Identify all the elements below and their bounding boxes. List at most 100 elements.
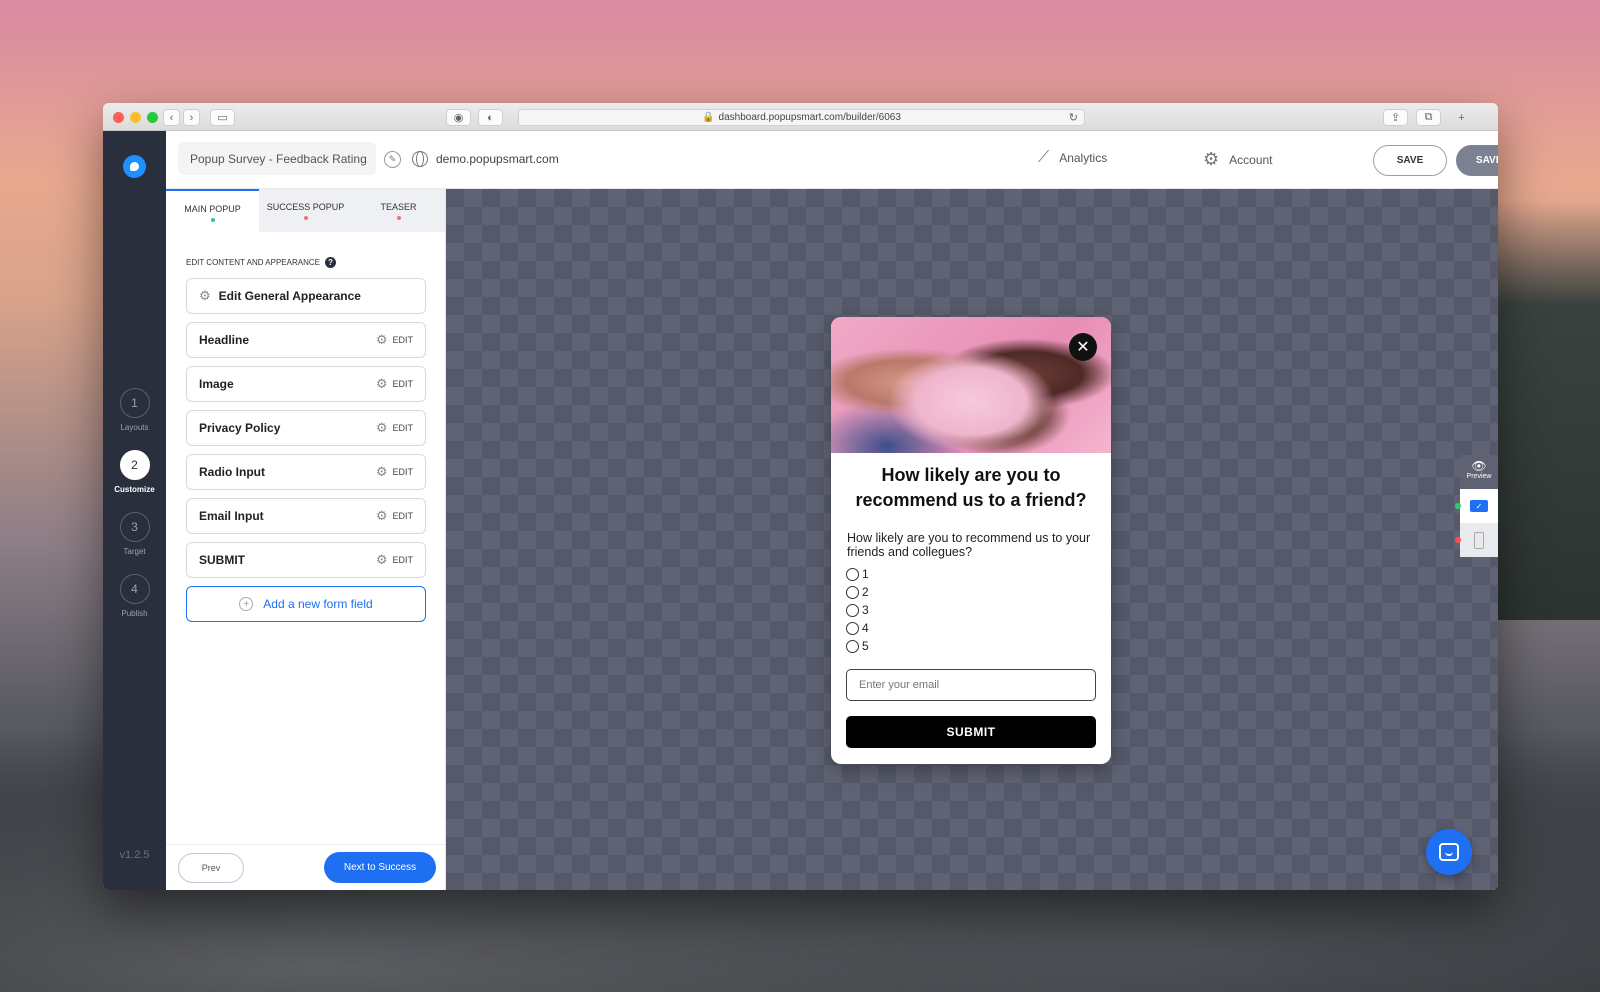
prev-button[interactable]: Prev <box>178 853 244 883</box>
radio-button[interactable] <box>846 567 859 581</box>
gear-icon: ⚙ <box>375 376 388 391</box>
edit-label: EDIT <box>392 379 413 389</box>
tab-label: SUCCESS POPUP <box>266 202 345 212</box>
gear-icon: ⚙ <box>375 552 388 567</box>
field-submit[interactable]: SUBMIT ⚙ EDIT <box>186 542 426 578</box>
radio-button[interactable] <box>846 603 859 617</box>
edit-button[interactable]: ⚙ EDIT <box>376 420 413 436</box>
field-image[interactable]: Image ⚙ EDIT <box>186 366 426 402</box>
step-publish[interactable]: 4 Publish <box>103 574 166 618</box>
edit-button[interactable]: ⚙ EDIT <box>376 332 413 348</box>
domain-label[interactable]: demo.popupsmart.com <box>436 152 559 166</box>
tab-success-popup[interactable]: SUCCESS POPUP <box>259 189 352 232</box>
tab-label: TEASER <box>380 202 417 212</box>
edit-button[interactable]: ⚙ EDIT <box>376 376 413 392</box>
step-label: Customize <box>114 485 155 494</box>
popupsmart-logo[interactable] <box>123 155 146 178</box>
project-name-field[interactable]: Popup Survey - Feedback Rating <box>178 142 376 175</box>
edit-button[interactable]: ⚙ EDIT <box>376 464 413 480</box>
globe-icon <box>412 151 428 167</box>
field-label: Email Input <box>199 509 264 523</box>
sidebar-toggle-icon[interactable]: ▭ <box>210 109 235 126</box>
radio-label: 1 <box>862 567 869 581</box>
account-link[interactable]: ⚙ Account <box>1203 149 1273 170</box>
radio-option[interactable]: 4 <box>846 619 1111 637</box>
save-button[interactable]: SAVE <box>1373 145 1447 176</box>
version-label: v1.2.5 <box>119 849 150 861</box>
edit-label: EDIT <box>392 335 413 345</box>
section-title-text: EDIT CONTENT AND APPEARANCE <box>186 258 320 267</box>
edit-button[interactable]: ⚙ EDIT <box>376 552 413 568</box>
save-publish-button[interactable]: SAVE & PUBLISH <box>1456 145 1498 176</box>
field-headline[interactable]: Headline ⚙ EDIT <box>186 322 426 358</box>
builder-app: 1 Layouts 2 Customize 3 Target 4 Publish… <box>103 131 1498 890</box>
radio-button[interactable] <box>846 621 859 635</box>
radio-label: 5 <box>862 639 869 653</box>
radio-button[interactable] <box>846 639 859 653</box>
popup-tabs: MAIN POPUP SUCCESS POPUP TEASER <box>166 189 445 232</box>
field-radio-input[interactable]: Radio Input ⚙ EDIT <box>186 454 426 490</box>
help-icon[interactable]: ? <box>324 257 336 268</box>
step-label: Layouts <box>120 423 149 432</box>
add-form-field-button[interactable]: + Add a new form field <box>186 586 426 622</box>
account-label: Account <box>1229 152 1273 167</box>
popup-question: How likely are you to recommend us to yo… <box>847 531 1091 559</box>
forward-icon[interactable]: › <box>183 109 200 126</box>
minimize-window-button[interactable] <box>130 112 141 123</box>
radio-option[interactable]: 1 <box>846 565 1111 583</box>
popup-preview[interactable]: ✕ How likely are you to recommend us to … <box>831 317 1111 764</box>
share-icon[interactable]: ⇪ <box>1383 109 1408 126</box>
close-window-button[interactable] <box>113 112 124 123</box>
radio-option[interactable]: 3 <box>846 601 1111 619</box>
field-label: SUBMIT <box>199 553 245 567</box>
field-label: Headline <box>199 333 250 347</box>
status-dot <box>303 216 308 220</box>
privacy-shield-icon[interactable]: ◐ <box>478 109 503 126</box>
tab-teaser[interactable]: TEASER <box>352 189 445 232</box>
edit-pencil-icon[interactable]: ✎ <box>384 151 401 168</box>
next-to-success-button[interactable]: Next to Success <box>324 852 436 883</box>
add-field-label: Add a new form field <box>263 597 373 611</box>
plus-icon: + <box>239 597 254 611</box>
step-layouts[interactable]: 1 Layouts <box>103 388 166 432</box>
email-field[interactable]: Enter your email <box>846 669 1096 701</box>
desktop-trees <box>1490 200 1600 620</box>
gear-icon: ⚙ <box>375 420 388 435</box>
chat-support-button[interactable] <box>1426 829 1472 875</box>
status-dot <box>396 216 401 220</box>
address-bar[interactable]: 🔒 dashboard.popupsmart.com/builder/6063 … <box>518 109 1085 126</box>
gear-icon: ⚙ <box>1203 149 1220 169</box>
step-customize[interactable]: 2 Customize <box>103 450 166 494</box>
password-icon[interactable]: ◉ <box>446 109 471 126</box>
step-number: 1 <box>119 388 150 418</box>
popup-hero-image[interactable]: ✕ <box>831 317 1111 453</box>
submit-button[interactable]: SUBMIT <box>846 716 1096 748</box>
gear-icon: ⚙ <box>375 464 388 479</box>
back-icon[interactable]: ‹ <box>163 109 180 126</box>
preview-canvas: ✕ How likely are you to recommend us to … <box>446 189 1498 890</box>
tabs-overview-icon[interactable]: ⧉ <box>1416 109 1441 126</box>
radio-option[interactable]: 5 <box>846 637 1111 655</box>
edit-general-appearance-button[interactable]: ⚙ Edit General Appearance <box>186 278 426 314</box>
left-nav: 1 Layouts 2 Customize 3 Target 4 Publish… <box>103 131 166 890</box>
step-target[interactable]: 3 Target <box>103 512 166 556</box>
radio-label: 4 <box>862 621 869 635</box>
radio-button[interactable] <box>846 585 859 599</box>
customize-panel: MAIN POPUP SUCCESS POPUP TEASER EDIT CON… <box>166 189 446 890</box>
reload-icon[interactable]: ↻ <box>1069 111 1078 124</box>
new-tab-icon[interactable]: + <box>1453 109 1470 126</box>
close-icon[interactable]: ✕ <box>1069 333 1097 361</box>
popup-headline[interactable]: How likely are you to recommend us to a … <box>847 463 1095 513</box>
preview-button[interactable]: 👁 Preview <box>1460 455 1498 489</box>
step-number: 4 <box>119 574 150 604</box>
radio-label: 2 <box>862 585 869 599</box>
field-email-input[interactable]: Email Input ⚙ EDIT <box>186 498 426 534</box>
edit-button[interactable]: ⚙ EDIT <box>376 508 413 524</box>
mobile-view-button[interactable] <box>1455 523 1498 557</box>
analytics-link[interactable]: ⟋ Analytics <box>1038 149 1107 167</box>
fullscreen-window-button[interactable] <box>147 112 158 123</box>
radio-option[interactable]: 2 <box>846 583 1111 601</box>
tab-main-popup[interactable]: MAIN POPUP <box>166 189 259 232</box>
field-privacy-policy[interactable]: Privacy Policy ⚙ EDIT <box>186 410 426 446</box>
desktop-view-button[interactable]: ✓ <box>1455 489 1498 523</box>
